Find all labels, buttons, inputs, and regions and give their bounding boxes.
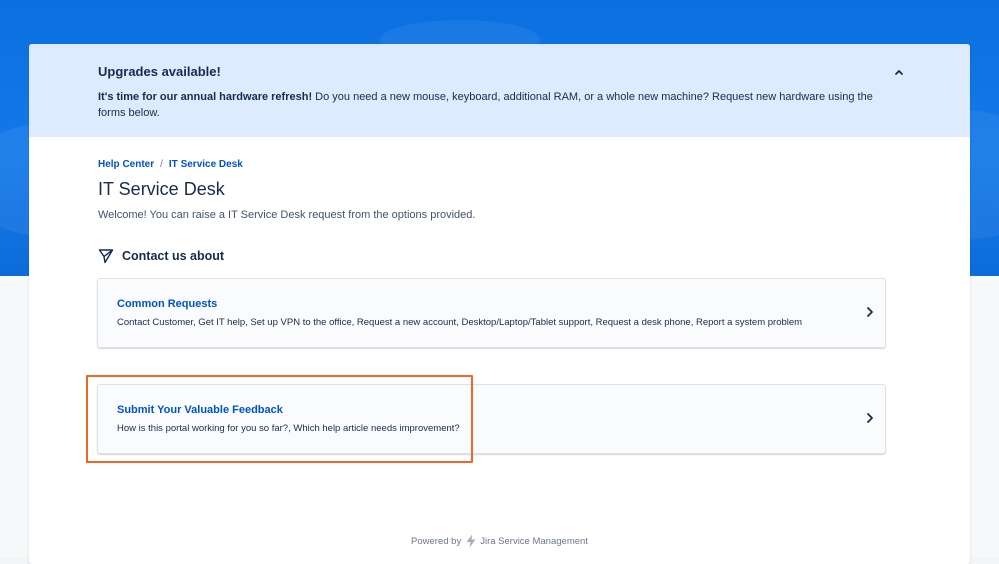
- jira-lightning-icon: [466, 534, 476, 548]
- breadcrumb-separator: /: [160, 159, 163, 170]
- section-header: Contact us about: [98, 248, 224, 264]
- announcement-body: It's time for our annual hardware refres…: [98, 89, 888, 121]
- announcement-title: Upgrades available!: [98, 64, 221, 79]
- breadcrumb: Help Center / IT Service Desk: [98, 159, 243, 170]
- powered-by-footer: Powered by Jira Service Management: [29, 534, 970, 548]
- footer-prefix: Powered by: [411, 535, 462, 547]
- request-group-common-requests[interactable]: Common Requests Contact Customer, Get IT…: [97, 278, 886, 348]
- card-title: Submit Your Valuable Feedback: [117, 404, 283, 416]
- announcement-banner: Upgrades available! It's time for our an…: [29, 44, 970, 137]
- chevron-right-icon: [867, 307, 873, 317]
- page-title: IT Service Desk: [98, 179, 225, 199]
- chevron-right-icon: [867, 413, 873, 423]
- breadcrumb-help-center[interactable]: Help Center: [98, 159, 154, 170]
- announcement-body-bold: It's time for our annual hardware refres…: [98, 91, 313, 103]
- paper-plane-icon: [98, 249, 114, 264]
- welcome-text: Welcome! You can raise a IT Service Desk…: [98, 209, 476, 221]
- footer-product[interactable]: Jira Service Management: [480, 536, 588, 547]
- breadcrumb-it-service-desk[interactable]: IT Service Desk: [169, 159, 243, 170]
- card-title: Common Requests: [117, 298, 218, 310]
- request-group-feedback[interactable]: Submit Your Valuable Feedback How is thi…: [97, 384, 886, 454]
- card-description: How is this portal working for you so fa…: [117, 423, 460, 434]
- section-title: Contact us about: [122, 249, 225, 263]
- card-description: Contact Customer, Get IT help, Set up VP…: [117, 317, 803, 328]
- portal-panel: Upgrades available! It's time for our an…: [29, 44, 970, 564]
- chevron-up-icon[interactable]: [891, 64, 907, 80]
